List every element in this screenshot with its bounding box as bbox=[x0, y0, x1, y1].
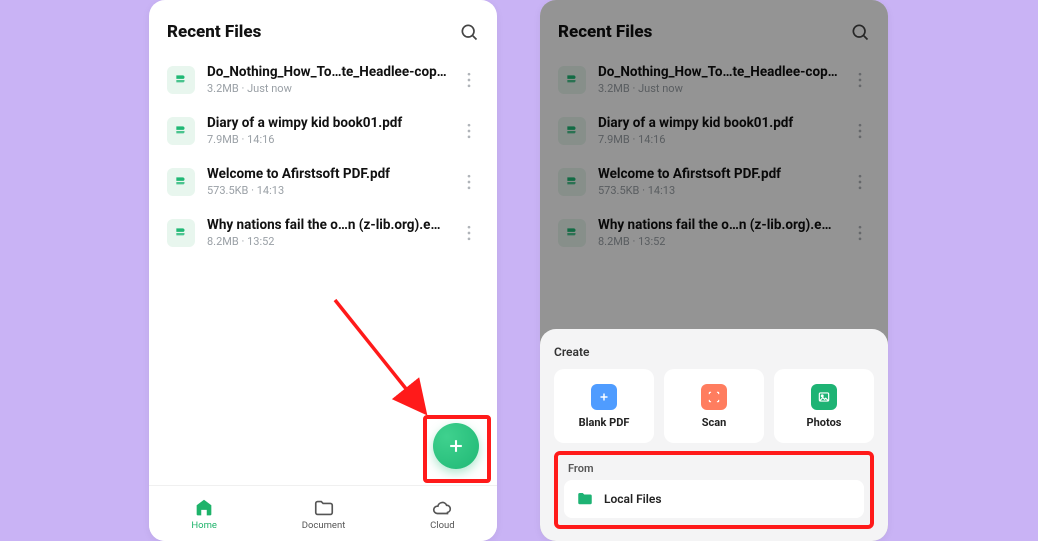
create-sheet: Create Blank PDF Scan Photos bbox=[540, 329, 888, 541]
nav-label: Cloud bbox=[430, 520, 455, 531]
file-row[interactable]: Do_Nothing_How_To…te_Headlee-copy.pdf 3.… bbox=[153, 54, 493, 105]
file-title: Do_Nothing_How_To…te_Headlee-copy.pdf bbox=[207, 64, 447, 80]
file-meta: 3.2MB · Just now bbox=[207, 82, 447, 95]
image-icon bbox=[811, 384, 837, 410]
create-label: Photos bbox=[807, 416, 842, 429]
plus-icon bbox=[591, 384, 617, 410]
nav-document[interactable]: Document bbox=[302, 497, 346, 531]
file-text: Welcome to Afirstsoft PDF.pdf 573.5KB · … bbox=[207, 166, 447, 197]
add-button[interactable] bbox=[433, 423, 479, 469]
file-title: Welcome to Afirstsoft PDF.pdf bbox=[207, 166, 447, 182]
from-local-files[interactable]: Local Files bbox=[564, 480, 864, 518]
create-label: Blank PDF bbox=[579, 416, 630, 429]
pdf-icon bbox=[167, 219, 195, 247]
more-icon[interactable] bbox=[459, 223, 479, 243]
nav-label: Home bbox=[191, 520, 217, 531]
bottom-nav: Home Document Cloud bbox=[149, 485, 497, 541]
create-label: Scan bbox=[702, 416, 727, 429]
file-text: Do_Nothing_How_To…te_Headlee-copy.pdf 3.… bbox=[207, 64, 447, 95]
file-row[interactable]: Why nations fail the o…n (z-lib.org).epu… bbox=[153, 207, 493, 258]
sheet-section-label: Create bbox=[554, 345, 874, 359]
folder-icon bbox=[576, 490, 594, 508]
header: Recent Files bbox=[149, 0, 497, 50]
file-text: Why nations fail the o…n (z-lib.org).epu… bbox=[207, 217, 447, 248]
file-row[interactable]: Diary of a wimpy kid book01.pdf 7.9MB · … bbox=[153, 105, 493, 156]
create-photos[interactable]: Photos bbox=[774, 369, 874, 443]
from-label: Local Files bbox=[604, 492, 662, 506]
pdf-icon bbox=[167, 66, 195, 94]
create-blank-pdf[interactable]: Blank PDF bbox=[554, 369, 654, 443]
file-meta: 7.9MB · 14:16 bbox=[207, 133, 447, 146]
file-meta: 8.2MB · 13:52 bbox=[207, 235, 447, 248]
nav-label: Document bbox=[302, 520, 346, 531]
folder-icon bbox=[313, 497, 335, 519]
create-scan[interactable]: Scan bbox=[664, 369, 764, 443]
home-icon bbox=[193, 497, 215, 519]
file-row[interactable]: Welcome to Afirstsoft PDF.pdf 573.5KB · … bbox=[153, 156, 493, 207]
file-text: Diary of a wimpy kid book01.pdf 7.9MB · … bbox=[207, 115, 447, 146]
file-title: Why nations fail the o…n (z-lib.org).epu… bbox=[207, 217, 447, 233]
more-icon[interactable] bbox=[459, 172, 479, 192]
more-icon[interactable] bbox=[459, 70, 479, 90]
nav-cloud[interactable]: Cloud bbox=[430, 497, 455, 531]
phone-left: Recent Files Do_Nothing_How_To…te_Headle… bbox=[149, 0, 497, 541]
more-icon[interactable] bbox=[459, 121, 479, 141]
file-meta: 573.5KB · 14:13 bbox=[207, 184, 447, 197]
file-list: Do_Nothing_How_To…te_Headlee-copy.pdf 3.… bbox=[149, 50, 497, 258]
phone-right: Recent Files Do_Nothing_How_To…te_Headle… bbox=[540, 0, 888, 541]
page-title: Recent Files bbox=[167, 22, 261, 42]
nav-home[interactable]: Home bbox=[191, 497, 217, 531]
create-options: Blank PDF Scan Photos bbox=[554, 369, 874, 443]
search-icon[interactable] bbox=[459, 22, 479, 42]
scan-icon bbox=[701, 384, 727, 410]
pdf-icon bbox=[167, 117, 195, 145]
annotation-highlight: From Local Files bbox=[554, 451, 874, 529]
cloud-icon bbox=[431, 497, 453, 519]
pdf-icon bbox=[167, 168, 195, 196]
sheet-section-label: From bbox=[568, 462, 864, 475]
file-title: Diary of a wimpy kid book01.pdf bbox=[207, 115, 447, 131]
